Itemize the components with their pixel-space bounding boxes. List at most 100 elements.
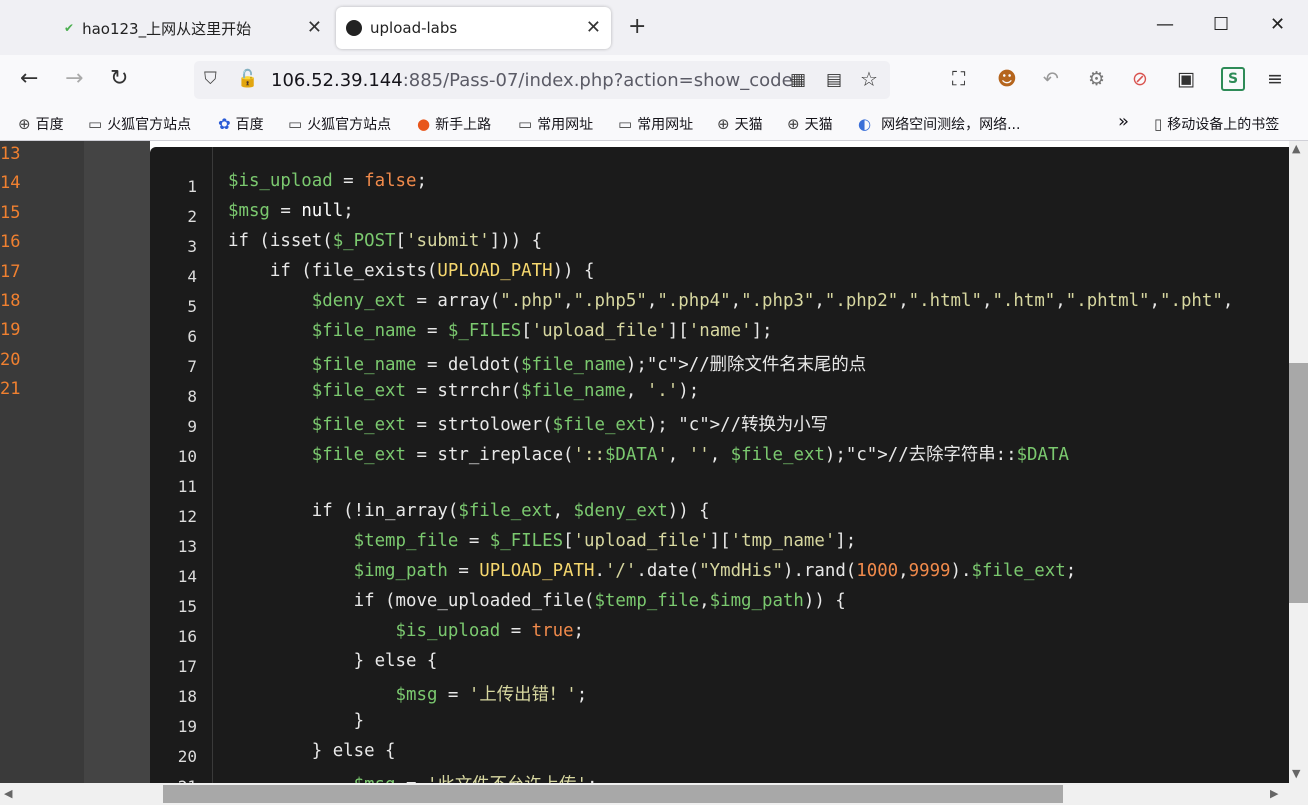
- code-line: $img_path = UPLOAD_PATH.'/'.date("YmdHis…: [353, 561, 1077, 581]
- scroll-down-arrow-icon[interactable]: ▼: [1292, 767, 1300, 780]
- folder-icon: ▭: [518, 115, 533, 133]
- bookmark-label: 常用网址: [537, 117, 594, 133]
- outer-line-number: 18: [0, 291, 21, 311]
- firefox-icon: ●: [417, 115, 431, 133]
- bookmarks-overflow-button[interactable]: »: [1118, 111, 1129, 132]
- qr-code-icon[interactable]: ▦: [790, 70, 806, 90]
- monkey-extension-icon[interactable]: ☻: [997, 68, 1017, 90]
- bookmark-item[interactable]: ▭ 常用网址: [618, 114, 693, 134]
- code-panel: 123456789101112131415161718192021 $is_up…: [150, 147, 1289, 783]
- code-line-number: 12: [177, 507, 197, 526]
- bookmark-label: 天猫: [804, 117, 833, 133]
- hao123-icon: ✔: [64, 21, 75, 35]
- outer-line-number: 13: [0, 144, 21, 164]
- bookmark-item[interactable]: ⊕ 天猫: [717, 114, 763, 134]
- bookmark-item[interactable]: ● 新手上路: [417, 114, 491, 134]
- undo-icon[interactable]: ↶: [1043, 68, 1059, 90]
- folder-icon: ▭: [88, 115, 103, 133]
- code-line: $file_name = $_FILES['upload_file']['nam…: [311, 321, 773, 341]
- scroll-up-arrow-icon[interactable]: ▲: [1292, 142, 1300, 155]
- code-line-number: 14: [177, 567, 197, 586]
- code-line-number: 18: [177, 687, 197, 706]
- tab-title: upload-labs: [370, 19, 458, 37]
- github-icon: [346, 20, 362, 36]
- reload-button[interactable]: ↻: [110, 66, 128, 91]
- code-line-number: 11: [177, 477, 197, 496]
- scroll-right-arrow-icon[interactable]: ▶: [1270, 787, 1278, 800]
- horizontal-scroll-thumb[interactable]: [163, 785, 1063, 803]
- code-line: }: [228, 711, 365, 731]
- block-extension-icon[interactable]: ⊘: [1132, 68, 1148, 90]
- forward-button[interactable]: →: [65, 66, 83, 91]
- minimize-button[interactable]: —: [1156, 14, 1174, 35]
- code-line-number: 2: [187, 207, 197, 226]
- code-line-number: 3: [187, 237, 197, 256]
- outer-line-number: 21: [0, 379, 21, 400]
- bookmark-label: 百度: [235, 117, 264, 133]
- insecure-lock-icon[interactable]: 🔓: [237, 69, 258, 89]
- reader-view-icon[interactable]: ▤: [826, 70, 842, 90]
- tab-hao123[interactable]: ✔ hao123_上网从这里开始 ✕: [56, 7, 332, 49]
- code-line: $temp_file = $_FILES['upload_file']['tmp…: [353, 531, 857, 551]
- code-line-number: 19: [177, 717, 197, 736]
- code-line: $is_upload = false;: [228, 171, 427, 191]
- close-tab-icon[interactable]: ✕: [586, 17, 601, 38]
- code-line-number: 5: [187, 297, 197, 316]
- folder-icon: ▭: [618, 115, 633, 133]
- code-line-number: 9: [187, 417, 197, 436]
- crop-icon[interactable]: ⛶: [952, 68, 965, 90]
- tab-upload-labs[interactable]: upload-labs ✕: [336, 7, 611, 49]
- bookmark-item[interactable]: ✿ 百度: [218, 114, 264, 134]
- url-path: :885/Pass-07/index.php?action=show_code: [402, 70, 793, 91]
- bookmark-item[interactable]: ⊕ 百度: [18, 114, 64, 134]
- bookmark-item[interactable]: ⊕ 天猫: [787, 114, 833, 134]
- maximize-button[interactable]: ☐: [1213, 14, 1229, 35]
- bookmark-label: 火狐官方站点: [107, 117, 192, 133]
- folder-icon: ▭: [288, 115, 303, 133]
- bookmark-item[interactable]: ◐ 网络空间测绘，网络...: [858, 114, 1020, 134]
- code-line-number: 10: [177, 447, 197, 466]
- gear-icon[interactable]: ⚙: [1088, 68, 1105, 90]
- menu-icon[interactable]: ≡: [1267, 68, 1283, 90]
- bookmark-item[interactable]: ▭ 火狐官方站点: [288, 114, 391, 134]
- url-host: 106.52.39.144: [271, 70, 403, 91]
- bookmark-label: 新手上路: [435, 117, 492, 133]
- bookmark-star-icon[interactable]: ☆: [860, 67, 878, 91]
- code-line: if (isset($_POST['submit'])) {: [228, 231, 543, 251]
- code-line-number: 7: [187, 357, 197, 376]
- code-line-number: 13: [177, 537, 197, 556]
- globe-icon: ⊕: [787, 115, 800, 133]
- close-window-button[interactable]: ✕: [1270, 14, 1285, 35]
- code-line-number: 17: [177, 657, 197, 676]
- new-tab-button[interactable]: +: [628, 14, 646, 39]
- s-extension-icon[interactable]: S: [1221, 67, 1245, 91]
- bookmark-label: 天猫: [734, 117, 763, 133]
- bookmark-item[interactable]: ▭ 常用网址: [518, 114, 593, 134]
- vertical-scroll-thumb[interactable]: [1289, 363, 1308, 603]
- code-line-number: 16: [177, 627, 197, 646]
- globe-icon: ⊕: [18, 115, 31, 133]
- code-line-number: 15: [177, 597, 197, 616]
- shield-icon[interactable]: ⛉: [204, 69, 217, 89]
- bookmark-item[interactable]: ▭ 火狐官方站点: [88, 114, 191, 134]
- mobile-device-icon: ▯: [1154, 115, 1163, 133]
- container-icon[interactable]: ▣: [1177, 68, 1195, 90]
- code-line: if (!in_array($file_ext, $deny_ext)) {: [228, 501, 710, 521]
- fofa-icon: ◐: [858, 115, 872, 133]
- bookmark-label: 移动设备上的书签: [1167, 117, 1280, 133]
- code-line-number: 8: [187, 387, 197, 406]
- close-tab-icon[interactable]: ✕: [307, 17, 322, 38]
- code-line-number: 6: [187, 327, 197, 346]
- code-line: } else {: [228, 651, 438, 671]
- bookmark-label: 常用网址: [637, 117, 694, 133]
- scroll-left-arrow-icon[interactable]: ◀: [4, 787, 12, 800]
- outer-line-number: 14: [0, 173, 21, 194]
- back-button[interactable]: ←: [20, 66, 38, 91]
- outer-line-number: 20: [0, 349, 21, 370]
- code-line: } else {: [228, 741, 396, 761]
- tab-title: hao123_上网从这里开始: [82, 19, 252, 38]
- mobile-bookmarks[interactable]: ▯ 移动设备上的书签: [1154, 114, 1279, 134]
- code-line: if (file_exists(UPLOAD_PATH)) {: [228, 261, 595, 281]
- url-text[interactable]: 106.52.39.144:885/Pass-07/index.php?acti…: [271, 70, 793, 91]
- bookmark-label: 网络空间测绘，网络...: [881, 117, 1021, 133]
